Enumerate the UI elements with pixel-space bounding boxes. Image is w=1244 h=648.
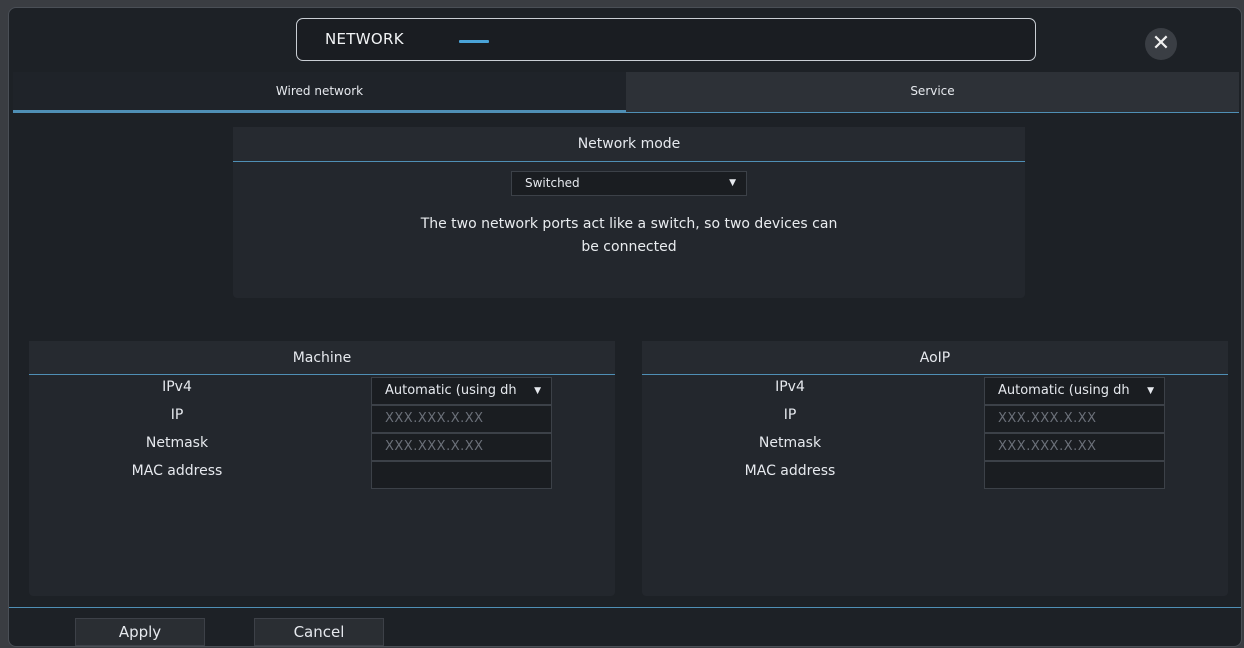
aoip-ipv4-label: IPv4 — [775, 379, 805, 395]
machine-panel-title: Machine — [29, 341, 615, 375]
close-icon: ✕ — [1151, 31, 1171, 56]
cancel-button[interactable]: Cancel — [254, 618, 384, 646]
aoip-ipv4-value: Automatic (using dh — [998, 383, 1130, 398]
description-line-1: The two network ports act like a switch,… — [420, 216, 838, 232]
network-dialog: NETWORK ✕ Wired network Service Network … — [8, 7, 1242, 647]
machine-mac-field[interactable] — [371, 461, 552, 489]
dropdown-arrow-icon: ▼ — [534, 386, 541, 396]
aoip-mac-row: MAC address — [642, 461, 1228, 489]
aoip-ip-label: IP — [783, 407, 797, 423]
title-accent-dash — [459, 40, 489, 43]
aoip-panel: AoIP IPv4 Automatic (using dh ▼ IP XXX.X… — [642, 341, 1228, 596]
machine-mac-row: MAC address — [29, 461, 615, 489]
machine-netmask-row: Netmask XXX.XXX.X.XX — [29, 433, 615, 461]
aoip-mac-field[interactable] — [984, 461, 1165, 489]
aoip-panel-title: AoIP — [642, 341, 1228, 375]
machine-netmask-field[interactable]: XXX.XXX.X.XX — [371, 433, 552, 461]
network-mode-panel: Network mode Switched ▼ The two network … — [233, 127, 1025, 298]
machine-ipv4-label: IPv4 — [162, 379, 192, 395]
machine-ip-label: IP — [170, 407, 184, 423]
aoip-mac-label: MAC address — [744, 463, 836, 479]
title-bar: NETWORK — [296, 18, 1036, 61]
aoip-ip-field[interactable]: XXX.XXX.X.XX — [984, 405, 1165, 433]
machine-ipv4-select[interactable]: Automatic (using dh ▼ — [371, 377, 552, 405]
tab-bar: Wired network Service — [13, 72, 1239, 113]
network-mode-value: Switched — [525, 176, 580, 190]
aoip-netmask-row: Netmask XXX.XXX.X.XX — [642, 433, 1228, 461]
machine-ip-field[interactable]: XXX.XXX.X.XX — [371, 405, 552, 433]
network-mode-header: Network mode — [233, 127, 1025, 162]
machine-ipv4-row: IPv4 Automatic (using dh ▼ — [29, 377, 615, 405]
network-mode-select[interactable]: Switched ▼ — [511, 171, 747, 196]
footer-divider — [9, 607, 1241, 608]
aoip-ipv4-row: IPv4 Automatic (using dh ▼ — [642, 377, 1228, 405]
machine-mac-label: MAC address — [131, 463, 223, 479]
aoip-ipv4-select[interactable]: Automatic (using dh ▼ — [984, 377, 1165, 405]
apply-button[interactable]: Apply — [75, 618, 205, 646]
aoip-ip-row: IP XXX.XXX.X.XX — [642, 405, 1228, 433]
tab-service[interactable]: Service — [626, 72, 1239, 112]
dialog-title: NETWORK — [325, 30, 404, 48]
dropdown-arrow-icon: ▼ — [729, 178, 736, 188]
description-line-2: be connected — [581, 239, 677, 255]
machine-netmask-label: Netmask — [145, 435, 209, 451]
aoip-netmask-field[interactable]: XXX.XXX.X.XX — [984, 433, 1165, 461]
network-mode-description: The two network ports act like a switch,… — [353, 213, 905, 259]
machine-ip-row: IP XXX.XXX.X.XX — [29, 405, 615, 433]
dropdown-arrow-icon: ▼ — [1147, 386, 1154, 396]
close-button[interactable]: ✕ — [1145, 28, 1177, 60]
machine-panel: Machine IPv4 Automatic (using dh ▼ IP XX… — [29, 341, 615, 596]
tab-wired-network[interactable]: Wired network — [13, 72, 626, 112]
machine-ipv4-value: Automatic (using dh — [385, 383, 517, 398]
aoip-netmask-label: Netmask — [758, 435, 822, 451]
